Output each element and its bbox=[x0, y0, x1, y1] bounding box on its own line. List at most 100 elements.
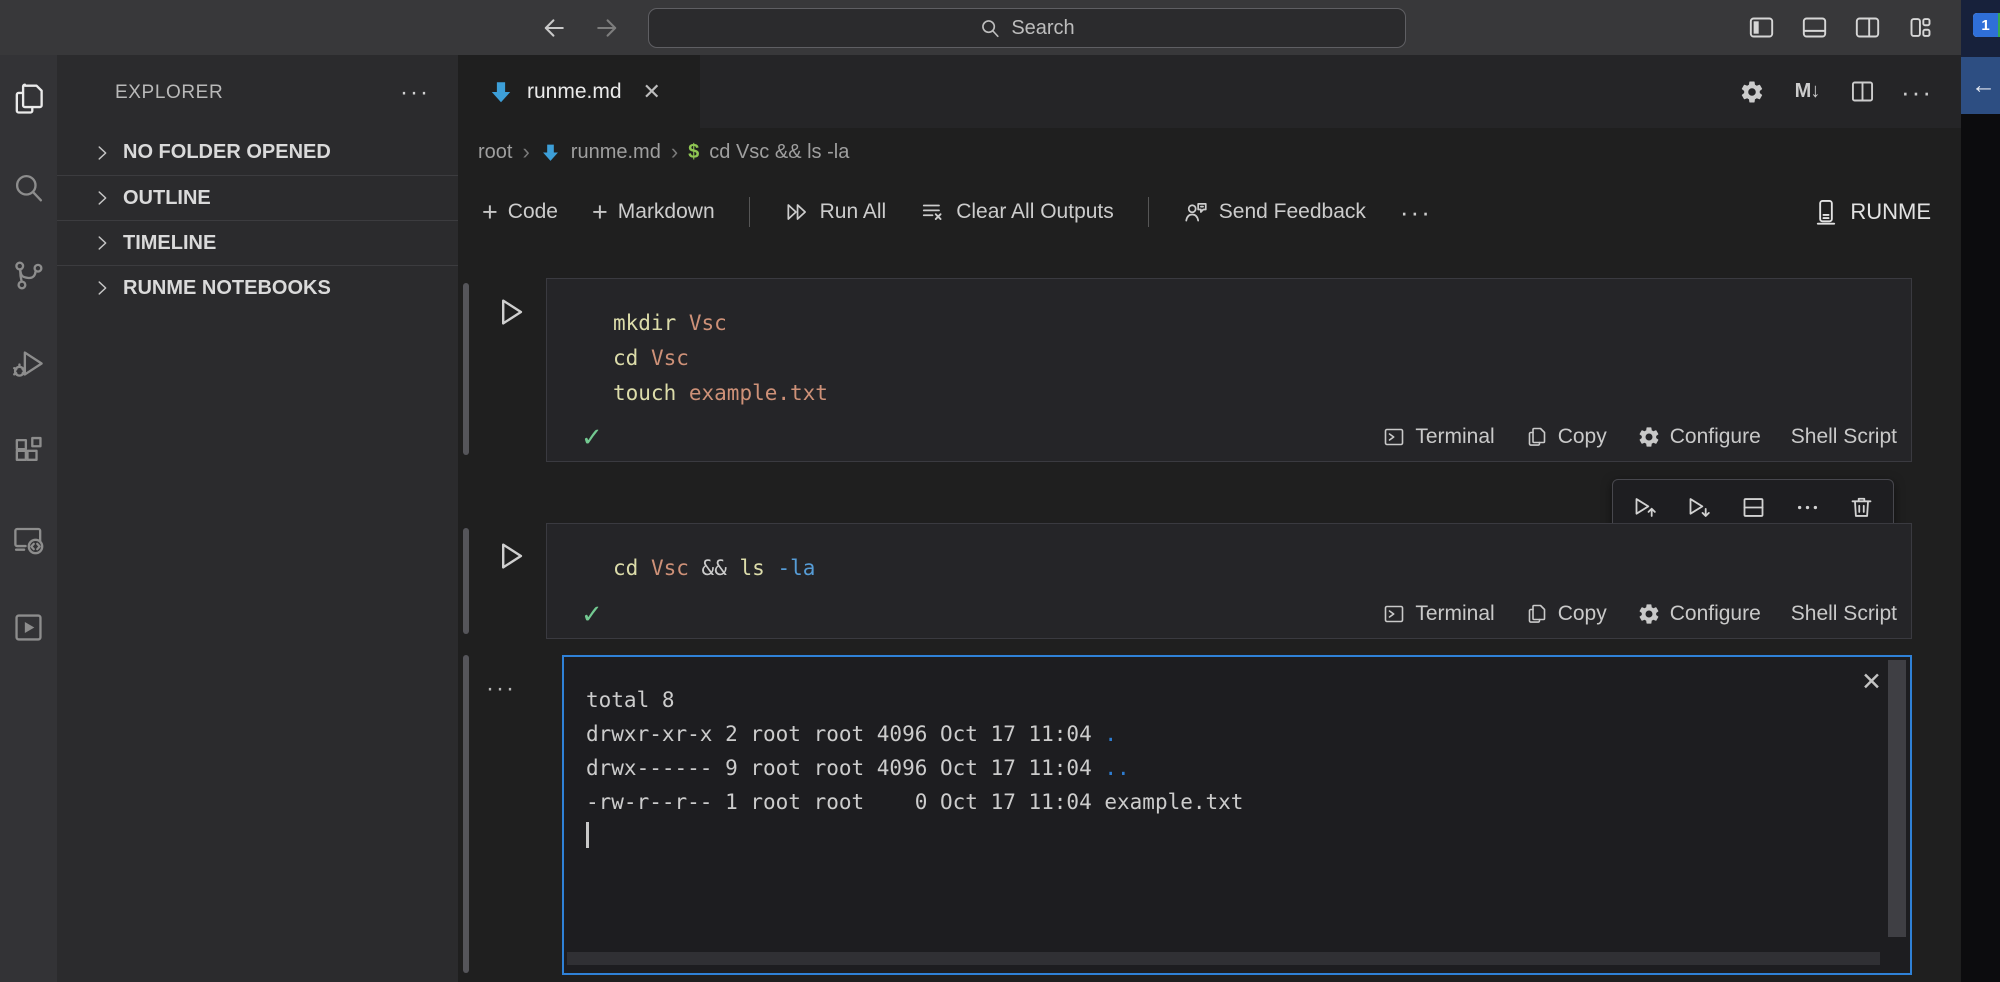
cell-action-copy[interactable]: Copy bbox=[1525, 602, 1607, 626]
activity-bar bbox=[0, 55, 57, 982]
run-cell-button[interactable] bbox=[494, 295, 528, 329]
run-cell-button[interactable] bbox=[494, 539, 528, 573]
breadcrumb-prompt: $ bbox=[688, 141, 699, 164]
search-icon bbox=[979, 17, 1001, 39]
activity-explorer-icon[interactable] bbox=[0, 55, 57, 143]
navigate-back-icon[interactable] bbox=[540, 14, 568, 42]
activity-remote-explorer-icon[interactable] bbox=[0, 495, 57, 583]
cell-action-copy[interactable]: Copy bbox=[1525, 425, 1607, 449]
markdown-file-icon bbox=[488, 79, 514, 105]
breadcrumb-separator: › bbox=[522, 139, 529, 165]
add-markdown-cell-button[interactable]: + Markdown bbox=[592, 197, 715, 228]
chevron-right-icon bbox=[91, 277, 113, 299]
add-code-cell-button[interactable]: + Code bbox=[482, 197, 558, 228]
activity-runme-notebooks-icon[interactable] bbox=[0, 583, 57, 671]
editor-more-actions-icon[interactable]: ··· bbox=[1903, 78, 1931, 106]
sidebar-more-icon[interactable]: ··· bbox=[400, 79, 430, 107]
open-preview-icon[interactable]: M↓ bbox=[1793, 78, 1821, 106]
cell-action-terminal[interactable]: Terminal bbox=[1382, 602, 1494, 626]
activity-source-control-icon[interactable] bbox=[0, 231, 57, 319]
background-window: 1 ← bbox=[1961, 0, 2000, 982]
clear-all-outputs-button[interactable]: Clear All Outputs bbox=[920, 199, 1114, 225]
sidebar-section-outline[interactable]: OUTLINE bbox=[57, 175, 458, 220]
cell-action-configure[interactable]: Configure bbox=[1637, 602, 1761, 626]
sidebar-title: EXPLORER bbox=[115, 82, 223, 104]
search-input[interactable]: Search bbox=[648, 8, 1406, 48]
sidebar-explorer: EXPLORER ··· NO FOLDER OPENED OUTLINE TIME… bbox=[57, 55, 458, 982]
section-label: TIMELINE bbox=[123, 232, 216, 255]
toggle-primary-sidebar-icon[interactable] bbox=[1748, 14, 1775, 41]
run-all-icon bbox=[784, 199, 810, 225]
feedback-icon bbox=[1183, 199, 1209, 225]
toolbar-divider bbox=[1148, 197, 1149, 227]
tab-bar: runme.md ✕ M↓ ··· bbox=[458, 55, 1961, 128]
activity-search-icon[interactable] bbox=[0, 143, 57, 231]
title-bar: Search bbox=[0, 0, 1961, 55]
section-label: NO FOLDER OPENED bbox=[123, 141, 331, 164]
search-placeholder: Search bbox=[1011, 17, 1074, 40]
background-window-toolbar: ← bbox=[1961, 57, 2000, 114]
terminal-cursor bbox=[586, 822, 589, 848]
back-arrow-icon[interactable]: ← bbox=[1971, 71, 1996, 100]
breadcrumb-command[interactable]: cd Vsc && ls -la bbox=[709, 141, 849, 164]
cell-focus-bar[interactable] bbox=[463, 528, 469, 634]
success-check-icon: ✓ bbox=[581, 422, 603, 453]
cell-focus-bar[interactable] bbox=[463, 283, 469, 455]
notebook-cell-2[interactable]: cd Vsc && ls -la ✓ Terminal Copy Configure… bbox=[546, 523, 1912, 639]
breadcrumb: root › runme.md › $ cd Vsc && ls -la bbox=[458, 128, 1961, 176]
cell-action-shell-script[interactable]: Shell Script bbox=[1791, 602, 1897, 626]
notebook-settings-icon[interactable] bbox=[1738, 78, 1766, 106]
tab-label: runme.md bbox=[527, 80, 622, 104]
runme-badge[interactable]: RUNME bbox=[1812, 198, 1931, 226]
split-editor-icon[interactable] bbox=[1848, 78, 1876, 106]
output-more-icon[interactable]: ··· bbox=[486, 675, 516, 703]
calendar-app-icon: 1 bbox=[1973, 13, 2000, 37]
notebook-cell-1[interactable]: mkdir Vsccd Vsctouch example.txt ✓ Termi… bbox=[546, 278, 1912, 462]
navigate-forward-icon[interactable] bbox=[593, 14, 621, 42]
cell-output[interactable]: total 8 drwxr-xr-x 2 root root 4096 Oct … bbox=[562, 655, 1912, 975]
sidebar-section-timeline[interactable]: TIMELINE bbox=[57, 220, 458, 265]
terminal-output-text: total 8 drwxr-xr-x 2 root root 4096 Oct … bbox=[564, 657, 1910, 853]
runme-logo-icon bbox=[1812, 198, 1840, 226]
cell-action-configure[interactable]: Configure bbox=[1637, 425, 1761, 449]
terminal-icon bbox=[1382, 425, 1406, 449]
toolbar-divider bbox=[749, 197, 750, 227]
run-all-button[interactable]: Run All bbox=[784, 199, 887, 225]
customize-layout-icon[interactable] bbox=[1907, 14, 1934, 41]
notebook-toolbar: + Code + Markdown Run All Clear All Outp… bbox=[458, 176, 1961, 248]
output-vertical-scrollbar[interactable] bbox=[1888, 660, 1906, 937]
plus-icon: + bbox=[482, 197, 498, 228]
toolbar-more-icon[interactable]: ··· bbox=[1400, 207, 1432, 217]
cell-action-shell-script[interactable]: Shell Script bbox=[1791, 425, 1897, 449]
clear-all-icon bbox=[920, 199, 946, 225]
editor-area: runme.md ✕ M↓ ··· root › runme.md › $ cd… bbox=[458, 55, 1961, 982]
cell-code[interactable]: cd Vsc && ls -la bbox=[547, 524, 1911, 586]
toggle-panel-icon[interactable] bbox=[1801, 14, 1828, 41]
gear-icon bbox=[1637, 602, 1661, 626]
breadcrumb-separator: › bbox=[671, 139, 678, 165]
close-output-icon[interactable]: ✕ bbox=[1861, 667, 1882, 697]
success-check-icon: ✓ bbox=[581, 599, 603, 630]
copy-icon bbox=[1525, 425, 1549, 449]
section-label: OUTLINE bbox=[123, 187, 211, 210]
terminal-icon bbox=[1382, 602, 1406, 626]
cell-action-terminal[interactable]: Terminal bbox=[1382, 425, 1494, 449]
tab-runme-md[interactable]: runme.md ✕ bbox=[458, 55, 700, 128]
activity-extensions-icon[interactable] bbox=[0, 407, 57, 495]
sidebar-section-no-folder-opened[interactable]: NO FOLDER OPENED bbox=[57, 130, 458, 175]
output-horizontal-scrollbar[interactable] bbox=[567, 952, 1880, 965]
chevron-right-icon bbox=[91, 232, 113, 254]
copy-icon bbox=[1525, 602, 1549, 626]
chevron-right-icon bbox=[91, 142, 113, 164]
cell-code[interactable]: mkdir Vsccd Vsctouch example.txt bbox=[547, 279, 1911, 411]
plus-icon: + bbox=[592, 197, 608, 228]
sidebar-section-runme-notebooks[interactable]: RUNME NOTEBOOKS bbox=[57, 265, 458, 310]
tab-close-icon[interactable]: ✕ bbox=[643, 79, 661, 105]
toggle-secondary-sidebar-icon[interactable] bbox=[1854, 14, 1881, 41]
send-feedback-button[interactable]: Send Feedback bbox=[1183, 199, 1366, 225]
breadcrumb-file[interactable]: runme.md bbox=[571, 141, 661, 164]
breadcrumb-root[interactable]: root bbox=[478, 141, 512, 164]
output-focus-bar[interactable] bbox=[463, 655, 469, 973]
breadcrumb-file-icon bbox=[540, 142, 561, 163]
activity-run-and-debug-icon[interactable] bbox=[0, 319, 57, 407]
